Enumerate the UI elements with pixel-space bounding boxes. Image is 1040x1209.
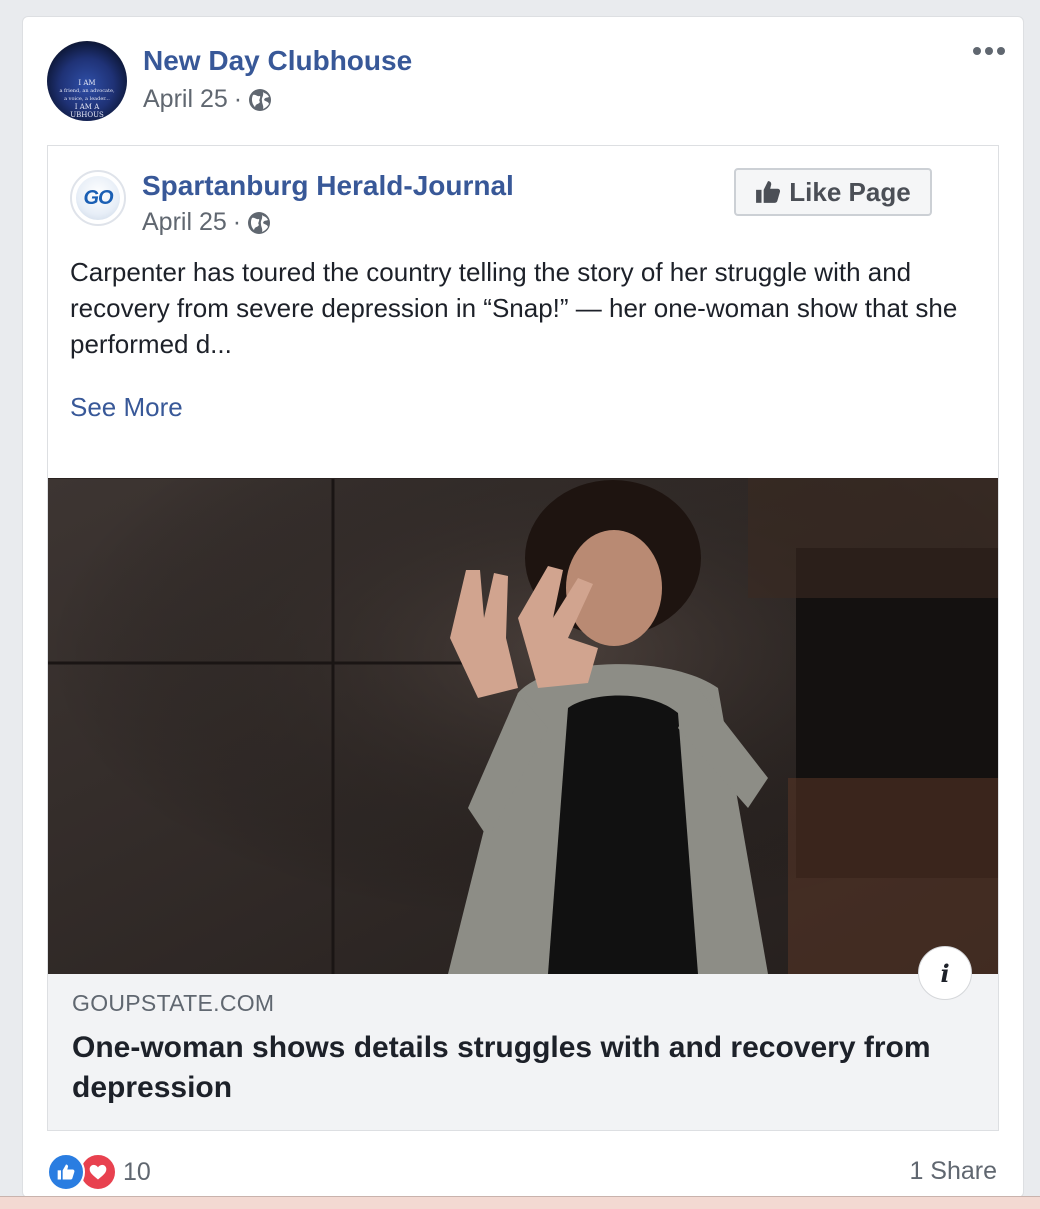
page-avatar[interactable]: I AM a friend, an advocate, a voice, a l… <box>47 41 127 121</box>
ellipsis-icon <box>973 47 981 55</box>
shared-date[interactable]: April 25 <box>142 208 227 237</box>
shared-source-name[interactable]: Spartanburg Herald-Journal <box>142 170 514 202</box>
like-icon <box>47 1153 85 1191</box>
performer-photo <box>48 478 998 974</box>
link-preview-caption[interactable]: GOUPSTATE.COM One-woman shows details st… <box>48 974 998 1130</box>
info-icon[interactable]: i <box>918 946 972 1000</box>
thumbs-up-icon <box>756 181 781 203</box>
source-logo[interactable]: GO <box>70 170 126 226</box>
like-page-label: Like Page <box>789 176 911 207</box>
shared-post: GO Spartanburg Herald-Journal April 25 ·… <box>47 145 999 1131</box>
globe-icon[interactable] <box>247 211 271 235</box>
like-page-button[interactable]: Like Page <box>734 168 932 216</box>
post-meta: April 25 · <box>143 85 272 114</box>
more-options-button[interactable] <box>973 47 1005 55</box>
source-logo-text: GO <box>76 176 120 220</box>
post-date[interactable]: April 25 <box>143 85 228 114</box>
see-more-link[interactable]: See More <box>70 392 183 423</box>
link-domain: GOUPSTATE.COM <box>72 990 275 1016</box>
meta-separator: · <box>232 208 242 236</box>
reaction-count: 10 <box>123 1157 151 1186</box>
globe-icon[interactable] <box>248 88 272 112</box>
link-headline: One-woman shows details struggles with a… <box>72 1031 931 1104</box>
post-author-name[interactable]: New Day Clubhouse <box>143 45 412 77</box>
page-bottom-strip <box>0 1196 1040 1209</box>
share-count[interactable]: 1 Share <box>909 1157 997 1186</box>
reactions-summary[interactable]: 10 <box>47 1153 151 1191</box>
feed-post: I AM a friend, an advocate, a voice, a l… <box>22 16 1024 1198</box>
link-preview-image[interactable] <box>48 478 998 974</box>
avatar-text: I AM a friend, an advocate, a voice, a l… <box>59 79 115 119</box>
shared-meta: April 25 · <box>142 208 271 237</box>
shared-post-text: Carpenter has toured the country telling… <box>70 257 958 359</box>
meta-separator: · <box>233 85 243 113</box>
